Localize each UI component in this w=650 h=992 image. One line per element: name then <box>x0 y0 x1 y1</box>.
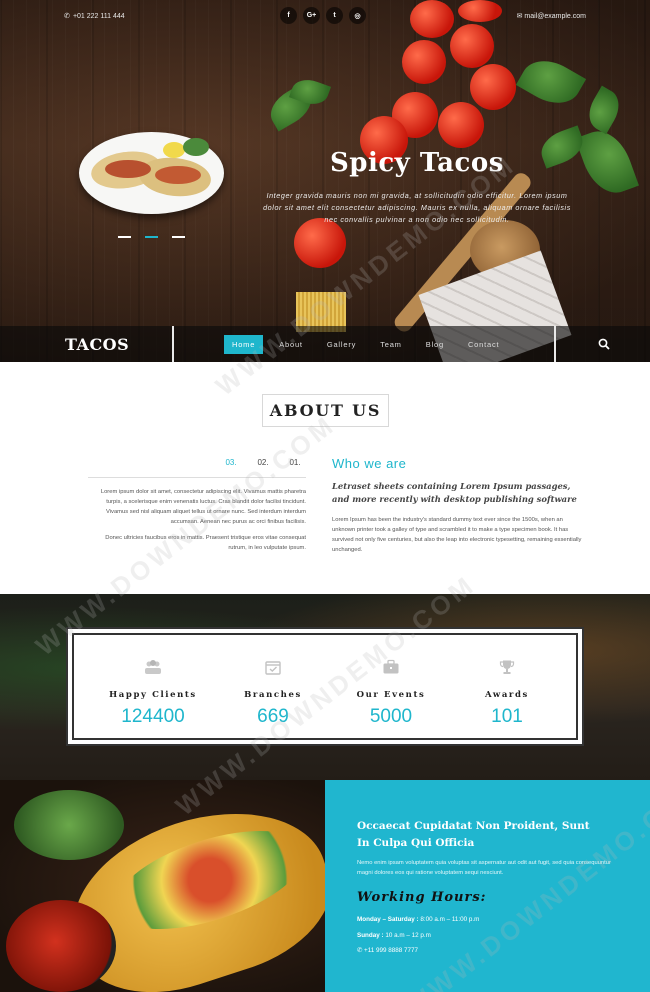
stats-inner-border: Happy Clients 124400 Branches 669 Our Ev… <box>72 633 578 740</box>
hero-title: Spicy Tacos <box>330 148 504 178</box>
hours-value: 10 a.m – 12 p.m <box>385 932 431 939</box>
stat-our-events: Our Events 5000 <box>336 659 446 728</box>
top-bar: ✆ +01 222 111 444 f G+ t ◎ ✉ mail@exampl… <box>0 0 650 34</box>
who-we-are-body: Lorem Ipsum has been the industry's stan… <box>332 517 582 553</box>
herb-shape <box>183 138 209 156</box>
greens-shape <box>14 790 124 860</box>
stat-label: Our Events <box>356 690 426 700</box>
social-links: f G+ t ◎ <box>280 7 366 24</box>
top-email-text[interactable]: mail@example.com <box>524 13 586 20</box>
top-phone-text: +01 222 111 444 <box>72 13 125 20</box>
hours-row-weekdays: Monday – Saturday : 8:00 a.m – 11:00 p.m <box>357 916 479 923</box>
salsa-bowl-shape <box>6 900 116 992</box>
about-paragraph: Donec ultricies faucibus eros in mattis.… <box>105 535 306 551</box>
contact-phone[interactable]: +11 999 8888 7777 <box>364 947 418 954</box>
nav-divider <box>554 326 556 362</box>
nav-item-about[interactable]: About <box>271 335 311 354</box>
stat-value: 669 <box>257 706 289 727</box>
main-menu: Home About Gallery Team Blog Contact <box>224 335 515 354</box>
tomato-decoration <box>402 40 446 84</box>
phone-icon: ✆ <box>64 13 70 20</box>
info-description: Nemo enim ipsam voluptatem quia voluptas… <box>357 860 611 876</box>
site-logo[interactable]: TACOS <box>65 335 129 354</box>
stat-label: Happy Clients <box>109 690 197 700</box>
stat-value: 101 <box>491 706 523 727</box>
taco-filling-shape <box>155 166 201 184</box>
tab-02[interactable]: 02. <box>247 458 279 474</box>
stat-value: 5000 <box>369 706 413 727</box>
nav-item-home[interactable]: Home <box>224 335 264 354</box>
users-icon <box>145 660 161 674</box>
twitter-icon[interactable]: t <box>326 7 343 24</box>
google-plus-icon[interactable]: G+ <box>303 7 320 24</box>
tomato-decoration <box>470 64 516 110</box>
tab-03[interactable]: 03. <box>215 458 247 474</box>
who-we-are-subtitle: Letraset sheets containing Lorem Ipsum p… <box>332 481 577 504</box>
working-hours-title: Working Hours: <box>357 890 487 905</box>
nav-item-blog[interactable]: Blog <box>418 335 452 354</box>
facebook-icon[interactable]: f <box>280 7 297 24</box>
stats-box: Happy Clients 124400 Branches 669 Our Ev… <box>66 627 584 746</box>
briefcase-icon <box>383 659 399 674</box>
slider-dots <box>118 236 185 238</box>
who-we-are-title: Who we are <box>332 456 407 471</box>
contact-phone-row: ✆ +11 999 8888 7777 <box>357 947 418 954</box>
slider-dot-active[interactable] <box>145 236 158 238</box>
hero-text: Integer gravida mauris non mi gravida, a… <box>263 191 571 224</box>
phone-icon: ✆ <box>357 947 363 954</box>
hours-row-sunday: Sunday : 10 a.m – 12 p.m <box>357 932 431 939</box>
hours-value: 8:00 a.m – 11:00 p.m <box>420 916 480 923</box>
nav-item-team[interactable]: Team <box>372 335 410 354</box>
about-left-text: Lorem ipsum dolor sit amet, consectetur … <box>88 487 306 553</box>
stat-awards: Awards 101 <box>452 659 562 728</box>
about-title: ABOUT US <box>262 394 389 427</box>
top-email: ✉ mail@example.com <box>517 12 586 20</box>
nav-item-contact[interactable]: Contact <box>460 335 507 354</box>
taco-plate-image <box>79 132 224 214</box>
nav-divider <box>172 326 174 362</box>
taco-photo <box>0 780 325 992</box>
search-icon[interactable] <box>598 338 610 350</box>
slider-dot[interactable] <box>118 236 131 238</box>
top-phone: ✆ +01 222 111 444 <box>64 12 125 20</box>
calendar-check-icon <box>265 661 281 675</box>
tab-01[interactable]: 01. <box>279 458 311 474</box>
info-heading: Occaecat Cupidatat Non Proident, Sunt In… <box>357 820 590 849</box>
working-hours-panel: Occaecat Cupidatat Non Proident, Sunt In… <box>325 780 650 992</box>
trophy-icon <box>499 660 515 674</box>
stat-label: Branches <box>244 690 302 700</box>
lime-shape <box>163 142 185 158</box>
taco-filling-shape <box>105 160 151 178</box>
hours-label: Monday – Saturday : <box>357 916 419 923</box>
stat-happy-clients: Happy Clients 124400 <box>98 659 208 728</box>
tomato-decoration <box>438 102 484 148</box>
mail-icon: ✉ <box>516 13 523 20</box>
hero-banner: ✆ +01 222 111 444 f G+ t ◎ ✉ mail@exampl… <box>0 0 650 362</box>
hours-label: Sunday : <box>357 932 384 939</box>
stat-value: 124400 <box>121 706 185 727</box>
stat-branches: Branches 669 <box>218 659 328 728</box>
about-tabs: 03. 02. 01. <box>215 458 311 474</box>
dribbble-icon[interactable]: ◎ <box>349 7 366 24</box>
stat-label: Awards <box>485 690 529 700</box>
slider-dot[interactable] <box>172 236 185 238</box>
main-navbar: TACOS Home About Gallery Team Blog Conta… <box>0 326 650 362</box>
about-paragraph: Lorem ipsum dolor sit amet, consectetur … <box>100 489 306 525</box>
nav-item-gallery[interactable]: Gallery <box>319 335 364 354</box>
tab-underline <box>88 477 306 478</box>
